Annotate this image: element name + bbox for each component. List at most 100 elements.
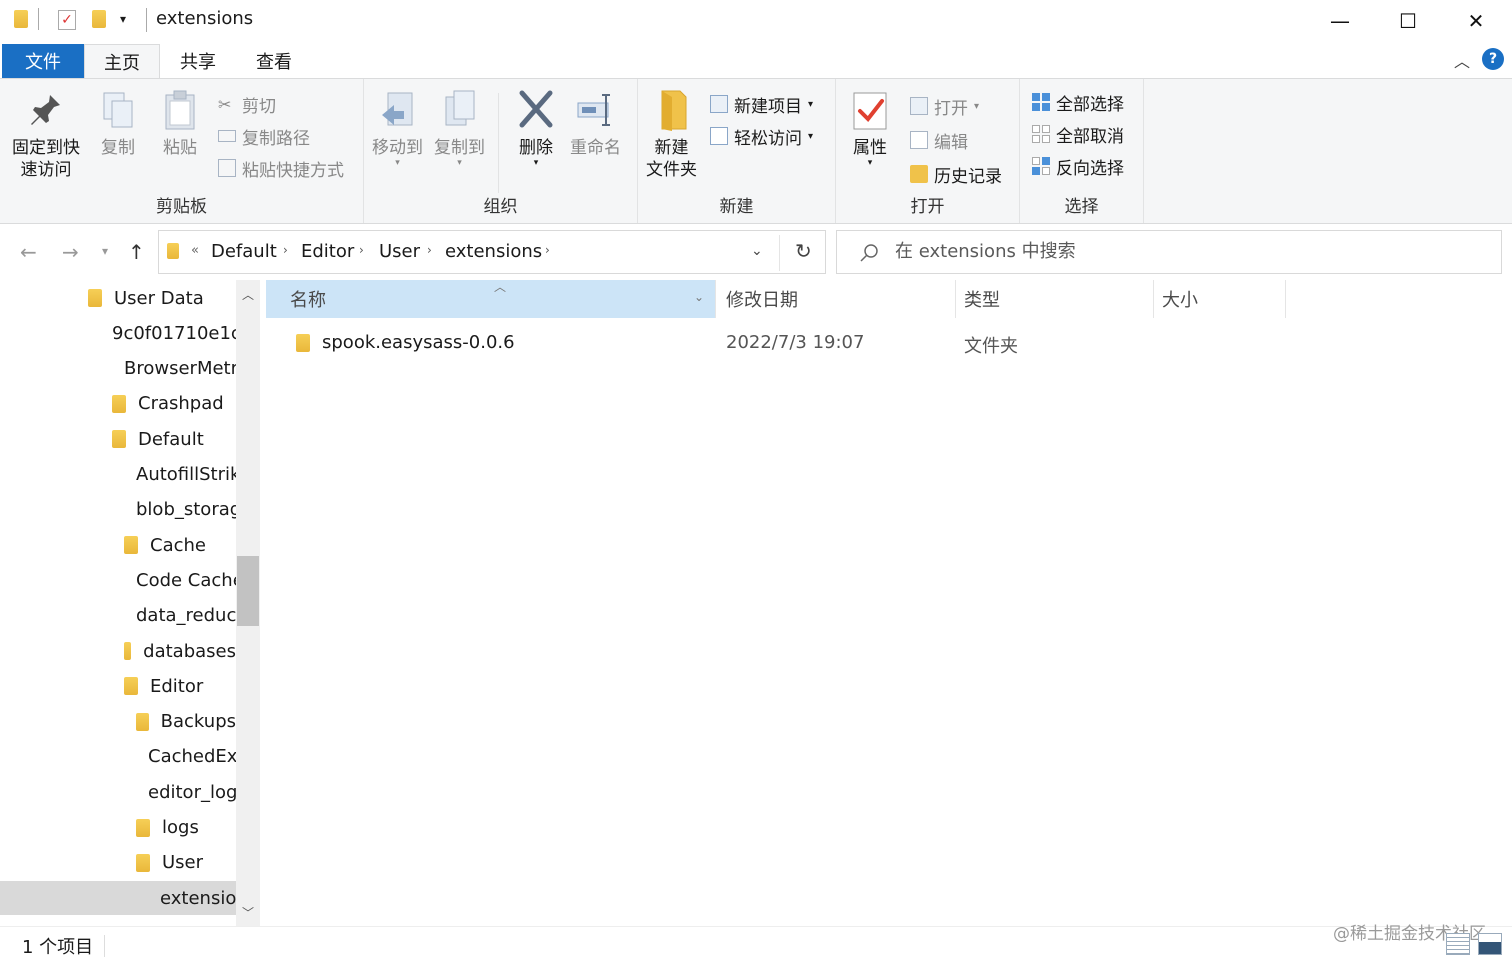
search-input[interactable] — [895, 241, 1475, 262]
recent-locations-chevron-icon[interactable]: ▾ — [102, 244, 108, 258]
scroll-up-icon[interactable]: ︿ — [242, 286, 254, 303]
tree-item[interactable]: databases — [0, 634, 236, 668]
copy-to-label: 复制到 — [434, 138, 485, 158]
help-icon[interactable]: ? — [1482, 48, 1504, 70]
large-icons-view-icon[interactable] — [1478, 933, 1502, 955]
tab-view[interactable]: 查看 — [238, 44, 310, 78]
tree-item[interactable]: BrowserMetrics — [0, 352, 236, 386]
column-header-size[interactable]: 大小 — [1138, 280, 1286, 318]
edit-button[interactable]: 编辑 — [910, 127, 968, 153]
table-row[interactable]: spook.easysass-0.0.6 2022/7/3 19:07 文件夹 — [266, 326, 1512, 360]
tree-item-label: data_reduction_proxy_leveldb — [136, 605, 236, 627]
tree-item-label: BrowserMetrics — [124, 358, 236, 380]
tree-item[interactable]: logs — [0, 811, 236, 845]
tab-share[interactable]: 共享 — [162, 44, 234, 78]
breadcrumb-user[interactable]: User — [379, 241, 420, 262]
copy-button[interactable]: 复制 — [98, 89, 138, 159]
history-button[interactable]: 历史记录 — [910, 161, 1002, 187]
tree-item[interactable]: editor_logs — [0, 775, 236, 809]
column-header-type[interactable]: 类型 — [940, 280, 1154, 318]
collapse-ribbon-icon[interactable]: ︿ — [1454, 48, 1470, 72]
tree-item[interactable]: Code Cache — [0, 563, 236, 597]
tree-item[interactable]: 9c0f01710e1c — [0, 316, 236, 350]
rename-button[interactable]: 重命名 — [570, 89, 621, 159]
tab-home[interactable]: 主页 — [84, 44, 160, 78]
paste-shortcut-button[interactable]: 粘贴快捷方式 — [218, 155, 344, 181]
forward-arrow-icon[interactable]: → — [62, 240, 79, 264]
chevron-right-icon[interactable]: › — [283, 243, 288, 257]
invert-selection-button[interactable]: 反向选择 — [1032, 153, 1124, 179]
history-label: 历史记录 — [934, 166, 1002, 187]
chevron-right-icon[interactable]: › — [359, 243, 364, 257]
navigation-scrollbar-thumb[interactable] — [237, 556, 259, 626]
tree-item[interactable]: User Data — [0, 281, 236, 315]
chevron-right-icon[interactable]: › — [545, 243, 550, 257]
breadcrumb-extensions[interactable]: extensions — [445, 241, 542, 262]
new-folder-button[interactable]: 新建 文件夹 — [646, 89, 697, 181]
column-header-name[interactable]: 名称 ︿ ⌄ — [266, 280, 716, 318]
chevron-right-icon[interactable]: › — [427, 243, 432, 257]
search-box[interactable] — [836, 230, 1502, 274]
tree-item[interactable]: CachedExtensions — [0, 740, 236, 774]
column-headers: 名称 ︿ ⌄ 修改日期 类型 大小 — [266, 280, 1512, 318]
folder-icon — [112, 394, 126, 413]
new-item-dropdown-icon: ▾ — [808, 98, 814, 110]
address-folder-icon — [167, 243, 179, 259]
easy-access-button[interactable]: 轻松访问 ▾ — [710, 123, 813, 149]
scissors-icon: ✂ — [218, 95, 232, 114]
breadcrumb-default[interactable]: Default — [211, 241, 277, 262]
tree-item[interactable]: User — [0, 846, 236, 880]
customize-dropdown-icon[interactable]: ▾ — [120, 12, 126, 26]
tree-item[interactable]: data_reduction_proxy_leveldb — [0, 599, 236, 633]
tree-item[interactable]: extensions — [0, 881, 236, 916]
tree-item[interactable]: blob_storage — [0, 493, 236, 527]
ribbon-tabs: 文件 主页 共享 查看 — [0, 42, 1512, 78]
tree-item[interactable]: AutofillStrikeDatabase — [0, 458, 236, 492]
organize-group: 移动到 ▾ 复制到 ▾ 删除 ▾ 重命名 组织 — [364, 79, 638, 223]
pin-quick-access-button[interactable]: 固定到快 速访问 — [12, 89, 80, 181]
properties-check-icon[interactable]: ✓ — [58, 10, 76, 30]
new-folder-icon[interactable] — [92, 10, 106, 28]
move-to-label: 移动到 — [372, 138, 423, 158]
cut-button[interactable]: ✂ 剪切 — [218, 91, 276, 117]
paste-button[interactable]: 粘贴 — [160, 89, 200, 159]
close-button[interactable]: ✕ — [1442, 0, 1510, 42]
tree-item-label: Code Cache — [136, 569, 236, 591]
new-item-button[interactable]: 新建项目 ▾ — [710, 91, 813, 117]
folder-icon — [88, 289, 102, 307]
maximize-button[interactable]: ☐ — [1374, 0, 1442, 42]
tree-item[interactable]: Editor — [0, 669, 236, 703]
tab-file[interactable]: 文件 — [2, 44, 84, 78]
breadcrumb-editor[interactable]: Editor — [301, 241, 354, 262]
delete-button[interactable]: 删除 ▾ — [516, 89, 556, 168]
open-button[interactable]: 打开 ▾ — [910, 93, 979, 119]
delete-label: 删除 — [519, 138, 553, 158]
invert-selection-icon — [1032, 157, 1050, 175]
copy-to-button[interactable]: 复制到 ▾ — [434, 89, 485, 168]
refresh-icon[interactable]: ↻ — [795, 239, 812, 263]
move-to-button[interactable]: 移动到 ▾ — [372, 89, 423, 168]
scroll-down-icon[interactable]: ﹀ — [242, 904, 254, 921]
copy-path-button[interactable]: 复制路径 — [218, 123, 310, 149]
up-arrow-icon[interactable]: ↑ — [128, 240, 145, 264]
back-arrow-icon[interactable]: ← — [20, 240, 37, 264]
search-icon — [860, 244, 878, 262]
tree-item[interactable]: Backups — [0, 705, 236, 739]
address-history-dropdown-icon[interactable]: ⌄ — [751, 243, 763, 259]
address-bar[interactable]: « Default › Editor › User › extensions ›… — [158, 230, 826, 274]
breadcrumb-overflow-icon[interactable]: « — [191, 243, 199, 258]
column-header-modified[interactable]: 修改日期 — [702, 280, 956, 318]
file-type: 文件夹 — [964, 336, 1018, 357]
details-view-icon[interactable] — [1446, 933, 1470, 955]
properties-button[interactable]: 属性 ▾ — [850, 89, 890, 168]
tree-item-label: AutofillStrikeDatabase — [136, 464, 236, 485]
tree-item[interactable]: Crashpad — [0, 387, 236, 421]
tree-item[interactable]: Cache — [0, 528, 236, 562]
tree-item[interactable]: Default — [0, 422, 236, 456]
column-modified-label: 修改日期 — [726, 290, 798, 311]
tree-item-label: databases — [143, 640, 236, 662]
minimize-button[interactable]: — — [1306, 0, 1374, 42]
select-none-button[interactable]: 全部取消 — [1032, 121, 1124, 147]
easy-access-label: 轻松访问 — [734, 128, 802, 149]
select-all-button[interactable]: 全部选择 — [1032, 89, 1124, 115]
